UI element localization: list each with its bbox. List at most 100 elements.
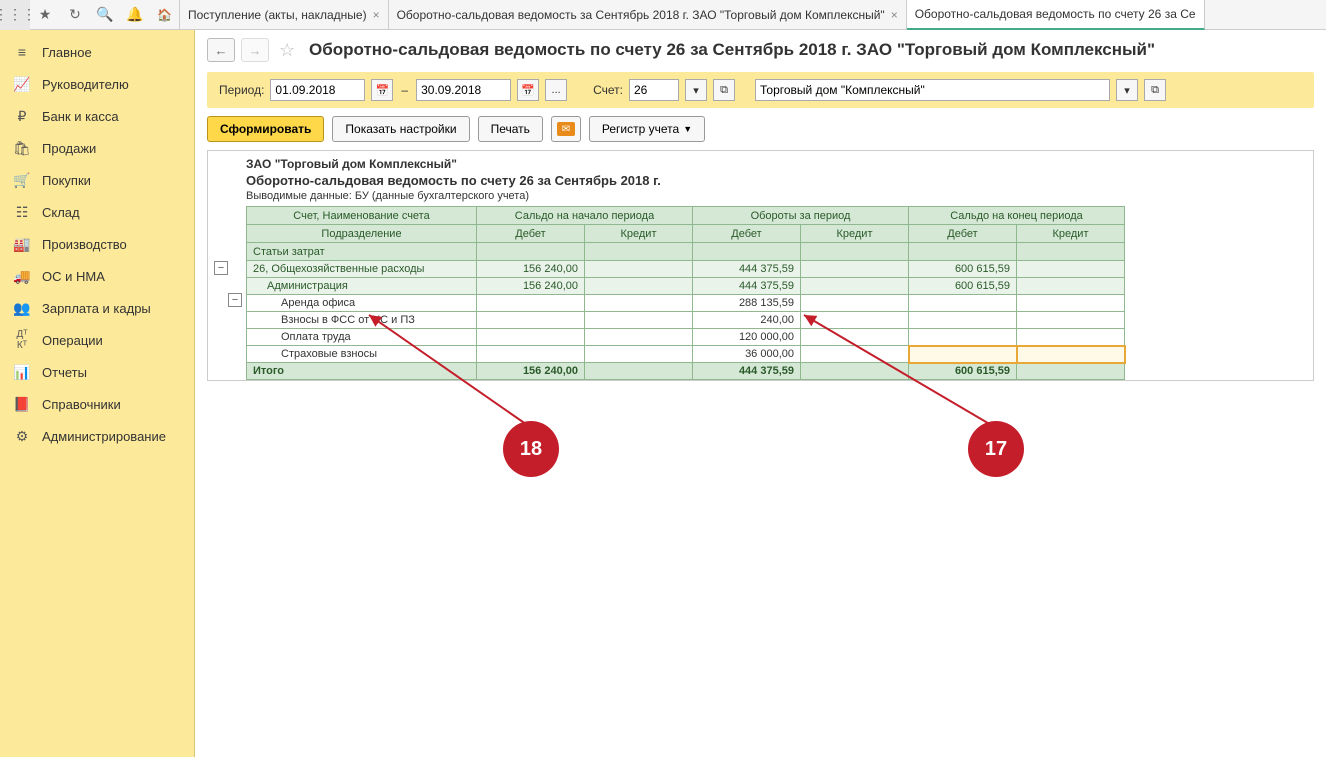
table-row[interactable]: Аренда офиса 288 135,59 — [247, 295, 1125, 312]
sidebar-item-purchases[interactable]: 🛒 Покупки — [0, 164, 194, 196]
cell — [909, 295, 1017, 312]
sidebar-item-manager[interactable]: 📈Руководителю — [0, 68, 194, 100]
sidebar-item-label: Администрирование — [42, 429, 166, 444]
tab-osv[interactable]: Оборотно-сальдовая ведомость за Сентябрь… — [389, 0, 907, 30]
tab-receipts[interactable]: Поступление (акты, накладные) × — [180, 0, 389, 30]
report-note: Выводимые данные: БУ (данные бухгалтерск… — [210, 190, 1313, 206]
cell — [1017, 278, 1125, 295]
search-icon[interactable]: 🔍 — [90, 0, 120, 30]
report: − − ЗАО "Торговый дом Комплексный" Оборо… — [207, 150, 1314, 381]
period-label: Период: — [219, 83, 264, 97]
date-to-input[interactable] — [416, 79, 511, 101]
cell — [801, 312, 909, 329]
calendar-icon[interactable]: 📅 — [517, 79, 539, 101]
total-cell: 444 375,59 — [693, 363, 801, 380]
collapse-toggle[interactable]: − — [214, 261, 228, 275]
home-tab[interactable]: 🏠 — [150, 0, 180, 30]
dropdown-icon[interactable]: ▾ — [685, 79, 707, 101]
email-button[interactable]: ✉ — [551, 116, 581, 142]
calendar-icon[interactable]: 📅 — [371, 79, 393, 101]
table-row[interactable]: 26, Общехозяйственные расходы156 240,004… — [247, 261, 1125, 278]
favorite-icon[interactable]: ☆ — [279, 40, 299, 60]
cell — [477, 312, 585, 329]
people-icon: 👥 — [12, 300, 32, 317]
bell-icon[interactable]: 🔔 — [120, 0, 150, 30]
collapse-toggle[interactable]: − — [228, 293, 242, 307]
cart-icon: 🛒 — [12, 172, 32, 189]
tab-label: Оборотно-сальдовая ведомость по счету 26… — [915, 7, 1196, 21]
row-name: Оплата труда — [247, 329, 477, 346]
sidebar-item-sales[interactable]: 🛍Продажи — [0, 132, 194, 164]
period-picker-button[interactable]: ... — [545, 79, 567, 101]
show-settings-button[interactable]: Показать настройки — [332, 116, 469, 142]
forward-button[interactable]: → — [241, 38, 269, 62]
col-credit: Кредит — [585, 225, 693, 243]
register-button[interactable]: Регистр учета▼ — [589, 116, 705, 142]
cell — [1017, 346, 1125, 363]
report-area[interactable]: − − ЗАО "Торговый дом Комплексный" Оборо… — [195, 150, 1326, 757]
account-input[interactable] — [629, 79, 679, 101]
cell — [585, 278, 693, 295]
cell — [909, 329, 1017, 346]
cell — [477, 346, 585, 363]
sidebar-item-hr[interactable]: 👥 Зарплата и кадры — [0, 292, 194, 324]
sidebar-item-assets[interactable]: 🚚ОС и НМА — [0, 260, 194, 292]
open-icon[interactable]: ⧉ — [1144, 79, 1166, 101]
chart-icon: 📈 — [12, 76, 32, 93]
cell — [477, 295, 585, 312]
total-cell: 600 615,59 — [909, 363, 1017, 380]
cell — [1017, 329, 1125, 346]
apps-icon[interactable]: ⋮⋮⋮ — [0, 0, 30, 30]
col-credit: Кредит — [801, 225, 909, 243]
col-debit: Дебет — [477, 225, 585, 243]
sidebar-item-bank[interactable]: ₽Банк и касса — [0, 100, 194, 132]
star-icon[interactable]: ★ — [30, 0, 60, 30]
sidebar-item-label: Отчеты — [42, 365, 87, 380]
cell — [585, 295, 693, 312]
chevron-down-icon: ▼ — [683, 124, 692, 134]
date-from-input[interactable] — [270, 79, 365, 101]
back-button[interactable]: ← — [207, 38, 235, 62]
cell — [909, 312, 1017, 329]
sidebar-item-label: Покупки — [42, 173, 91, 188]
cell: 600 615,59 — [909, 261, 1017, 278]
organization-input[interactable] — [755, 79, 1110, 101]
close-icon[interactable]: × — [373, 8, 380, 22]
sidebar: ≡Главное 📈Руководителю ₽Банк и касса 🛍Пр… — [0, 30, 195, 757]
close-icon[interactable]: × — [891, 8, 898, 22]
row-name: Аренда офиса — [247, 295, 477, 312]
sidebar-item-production[interactable]: 🏭Производство — [0, 228, 194, 260]
table-row[interactable]: Страховые взносы36 000,00 — [247, 346, 1125, 363]
sidebar-item-admin[interactable]: ⚙Администрирование — [0, 420, 194, 452]
col-account: Счет, Наименование счета — [247, 207, 477, 225]
history-icon[interactable]: ↻ — [60, 0, 90, 30]
page-title: Оборотно-сальдовая ведомость по счету 26… — [309, 40, 1155, 60]
cell — [1017, 295, 1125, 312]
sidebar-item-warehouse[interactable]: ☷Склад — [0, 196, 194, 228]
sidebar-item-main[interactable]: ≡Главное — [0, 36, 194, 68]
table-row[interactable]: Администрация156 240,00444 375,59600 615… — [247, 278, 1125, 295]
dropdown-icon[interactable]: ▾ — [1116, 79, 1138, 101]
sidebar-item-reports[interactable]: 📊Отчеты — [0, 356, 194, 388]
cell: 288 135,59 — [693, 295, 801, 312]
sidebar-item-operations[interactable]: ДᵀКᵀОперации — [0, 324, 194, 356]
sidebar-item-refs[interactable]: 📕Справочники — [0, 388, 194, 420]
cell — [1017, 261, 1125, 278]
total-label: Итого — [247, 363, 477, 380]
total-row: Итого 156 240,00 444 375,59 600 615,59 — [247, 363, 1125, 380]
table-row[interactable]: Оплата труда 120 000,00 — [247, 329, 1125, 346]
sidebar-item-label: Справочники — [42, 397, 121, 412]
cell: 120 000,00 — [693, 329, 801, 346]
cell — [909, 346, 1017, 363]
open-icon[interactable]: ⧉ — [713, 79, 735, 101]
sidebar-item-label: Зарплата и кадры — [42, 301, 151, 316]
form-button[interactable]: Сформировать — [207, 116, 324, 142]
envelope-icon: ✉ — [557, 122, 575, 136]
annotation-bubble-18: 18 — [503, 421, 559, 477]
print-button[interactable]: Печать — [478, 116, 543, 142]
col-dept: Подразделение — [247, 225, 477, 243]
button-label: Печать — [491, 122, 530, 136]
tab-osv-account[interactable]: Оборотно-сальдовая ведомость по счету 26… — [907, 0, 1205, 30]
table-row[interactable]: Взносы в ФСС от НС и ПЗ240,00 — [247, 312, 1125, 329]
row-name: 26, Общехозяйственные расходы — [247, 261, 477, 278]
